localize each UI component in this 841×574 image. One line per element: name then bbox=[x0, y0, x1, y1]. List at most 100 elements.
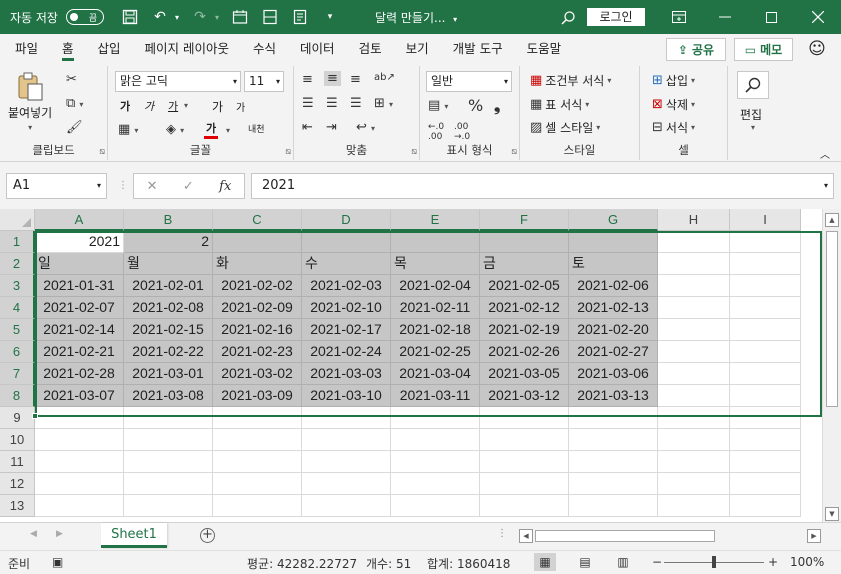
row-header-6[interactable]: 6 bbox=[0, 341, 35, 363]
cell-i3[interactable] bbox=[730, 275, 801, 297]
scroll-right-icon[interactable]: ▶ bbox=[807, 529, 821, 543]
cell-f4[interactable]: 2021-02-12 bbox=[480, 297, 569, 319]
select-all-button[interactable] bbox=[0, 209, 35, 231]
cell-e3[interactable]: 2021-02-04 bbox=[391, 275, 480, 297]
zoom-level[interactable]: 100% bbox=[790, 555, 824, 569]
cell-e2[interactable]: 목 bbox=[391, 253, 480, 275]
column-header-i[interactable]: I bbox=[730, 209, 801, 231]
cell-c13[interactable] bbox=[213, 495, 302, 517]
tab-page-layout[interactable]: 페이지 레이아웃 bbox=[133, 34, 241, 64]
cell-a12[interactable] bbox=[35, 473, 124, 495]
align-center-icon[interactable]: ☰ bbox=[326, 96, 338, 111]
wrap-text-icon[interactable]: ↩ ▾ bbox=[356, 120, 375, 135]
format-painter-icon[interactable]: 🖌 bbox=[66, 120, 83, 135]
border-icon[interactable]: ▦ ▾ bbox=[118, 122, 138, 137]
name-box[interactable]: A1 ▾ bbox=[6, 173, 107, 199]
cell-b12[interactable] bbox=[124, 473, 213, 495]
document-title[interactable]: 달력 만들기... ▾ bbox=[375, 9, 457, 26]
row-header-13[interactable]: 13 bbox=[0, 495, 35, 517]
cell-a2[interactable]: 일 bbox=[35, 253, 124, 275]
cell-f10[interactable] bbox=[480, 429, 569, 451]
cell-f12[interactable] bbox=[480, 473, 569, 495]
normal-view-icon[interactable]: ▦ bbox=[534, 553, 556, 571]
tab-home[interactable]: 홈 bbox=[50, 34, 86, 64]
cell-e1[interactable] bbox=[391, 231, 480, 253]
row-header-12[interactable]: 12 bbox=[0, 473, 35, 495]
format-cells-button[interactable]: ⊟ 서식 ▾ bbox=[652, 119, 695, 136]
cell-i9[interactable] bbox=[730, 407, 801, 429]
cell-b4[interactable]: 2021-02-08 bbox=[124, 297, 213, 319]
cell-e6[interactable]: 2021-02-25 bbox=[391, 341, 480, 363]
zoom-slider-thumb[interactable] bbox=[712, 556, 716, 568]
count-status[interactable]: 개수: 51 bbox=[366, 555, 411, 572]
share-button[interactable]: ⇪ 공유 bbox=[666, 38, 726, 61]
feedback-smile-icon[interactable]: ☺ bbox=[806, 38, 828, 60]
sheet-prev-icon[interactable]: ◀ bbox=[30, 529, 37, 539]
font-size-combo[interactable]: 11 ▾ bbox=[244, 71, 284, 92]
cut-icon[interactable]: ✂ bbox=[66, 72, 77, 87]
cell-f13[interactable] bbox=[480, 495, 569, 517]
cell-a11[interactable] bbox=[35, 451, 124, 473]
row-header-10[interactable]: 10 bbox=[0, 429, 35, 451]
cell-d5[interactable]: 2021-02-17 bbox=[302, 319, 391, 341]
tab-view[interactable]: 보기 bbox=[394, 34, 441, 64]
ribbon-display-icon[interactable] bbox=[656, 0, 702, 34]
formula-input[interactable]: 2021 ▾ bbox=[251, 173, 834, 199]
insert-function-icon[interactable]: fx bbox=[219, 179, 231, 194]
cell-g11[interactable] bbox=[569, 451, 658, 473]
delete-cells-button[interactable]: ⊠ 삭제 ▾ bbox=[652, 96, 695, 113]
font-name-combo[interactable]: 맑은 고딕 ▾ bbox=[115, 71, 241, 92]
tab-insert[interactable]: 삽입 bbox=[86, 34, 133, 64]
sum-status[interactable]: 합계: 1860418 bbox=[427, 555, 510, 572]
column-header-b[interactable]: B bbox=[124, 209, 213, 231]
cell-h7[interactable] bbox=[658, 363, 730, 385]
cell-g10[interactable] bbox=[569, 429, 658, 451]
worksheet-grid[interactable]: A B C D E F G H I 1 2021 2 2 일 월 화 수 목 금 토 3 2021-01-31 2021-0… bbox=[0, 209, 822, 522]
accounting-format-icon[interactable]: ▤ ▾ bbox=[428, 98, 448, 113]
cell-g9[interactable] bbox=[569, 407, 658, 429]
cell-d3[interactable]: 2021-02-03 bbox=[302, 275, 391, 297]
cell-h3[interactable] bbox=[658, 275, 730, 297]
tab-review[interactable]: 검토 bbox=[347, 34, 394, 64]
font-color-dropdown-icon[interactable]: ▾ bbox=[226, 126, 230, 135]
tab-splitter-icon[interactable]: ⋮ bbox=[497, 528, 507, 539]
column-header-a[interactable]: A bbox=[35, 209, 124, 231]
cell-e10[interactable] bbox=[391, 429, 480, 451]
horizontal-scrollbar[interactable]: ⋮ ◀ ▶ bbox=[497, 528, 821, 543]
page-break-view-icon[interactable]: ▥ bbox=[612, 553, 634, 571]
customize-qat-icon[interactable]: ▾ bbox=[318, 5, 342, 29]
cell-b3[interactable]: 2021-02-01 bbox=[124, 275, 213, 297]
scroll-down-icon[interactable]: ▼ bbox=[825, 507, 839, 521]
cell-e9[interactable] bbox=[391, 407, 480, 429]
cell-b13[interactable] bbox=[124, 495, 213, 517]
cell-i1[interactable] bbox=[730, 231, 801, 253]
shrink-font-button[interactable]: 가 bbox=[236, 99, 245, 114]
align-left-icon[interactable]: ☰ bbox=[302, 96, 314, 111]
cell-c8[interactable]: 2021-03-09 bbox=[213, 385, 302, 407]
increase-indent-icon[interactable]: ⇥ bbox=[326, 120, 337, 135]
cell-b7[interactable]: 2021-03-01 bbox=[124, 363, 213, 385]
cell-i11[interactable] bbox=[730, 451, 801, 473]
align-right-icon[interactable]: ☰ bbox=[350, 96, 362, 111]
autosave-toggle[interactable]: 끔 bbox=[65, 9, 104, 25]
cell-h6[interactable] bbox=[658, 341, 730, 363]
cell-a9[interactable] bbox=[35, 407, 124, 429]
cell-h2[interactable] bbox=[658, 253, 730, 275]
cell-f6[interactable]: 2021-02-26 bbox=[480, 341, 569, 363]
column-header-f[interactable]: F bbox=[480, 209, 569, 231]
collapse-ribbon-icon[interactable]: ︿ bbox=[820, 146, 830, 161]
align-bottom-icon[interactable]: ≡ bbox=[350, 72, 361, 87]
number-format-combo[interactable]: 일반 ▾ bbox=[426, 71, 512, 92]
redo-dropdown-icon[interactable]: ▾ bbox=[212, 5, 222, 29]
cell-d6[interactable]: 2021-02-24 bbox=[302, 341, 391, 363]
tab-developer[interactable]: 개발 도구 bbox=[441, 34, 515, 64]
cell-b9[interactable] bbox=[124, 407, 213, 429]
cell-f1[interactable] bbox=[480, 231, 569, 253]
cell-i6[interactable] bbox=[730, 341, 801, 363]
cell-c11[interactable] bbox=[213, 451, 302, 473]
tab-help[interactable]: 도움말 bbox=[515, 34, 574, 64]
memo-button[interactable]: ▭ 메모 bbox=[734, 38, 793, 61]
fill-color-icon[interactable]: ◈ ▾ bbox=[166, 122, 184, 137]
average-status[interactable]: 평균: 42282.22727 bbox=[247, 555, 357, 572]
cell-f8[interactable]: 2021-03-12 bbox=[480, 385, 569, 407]
